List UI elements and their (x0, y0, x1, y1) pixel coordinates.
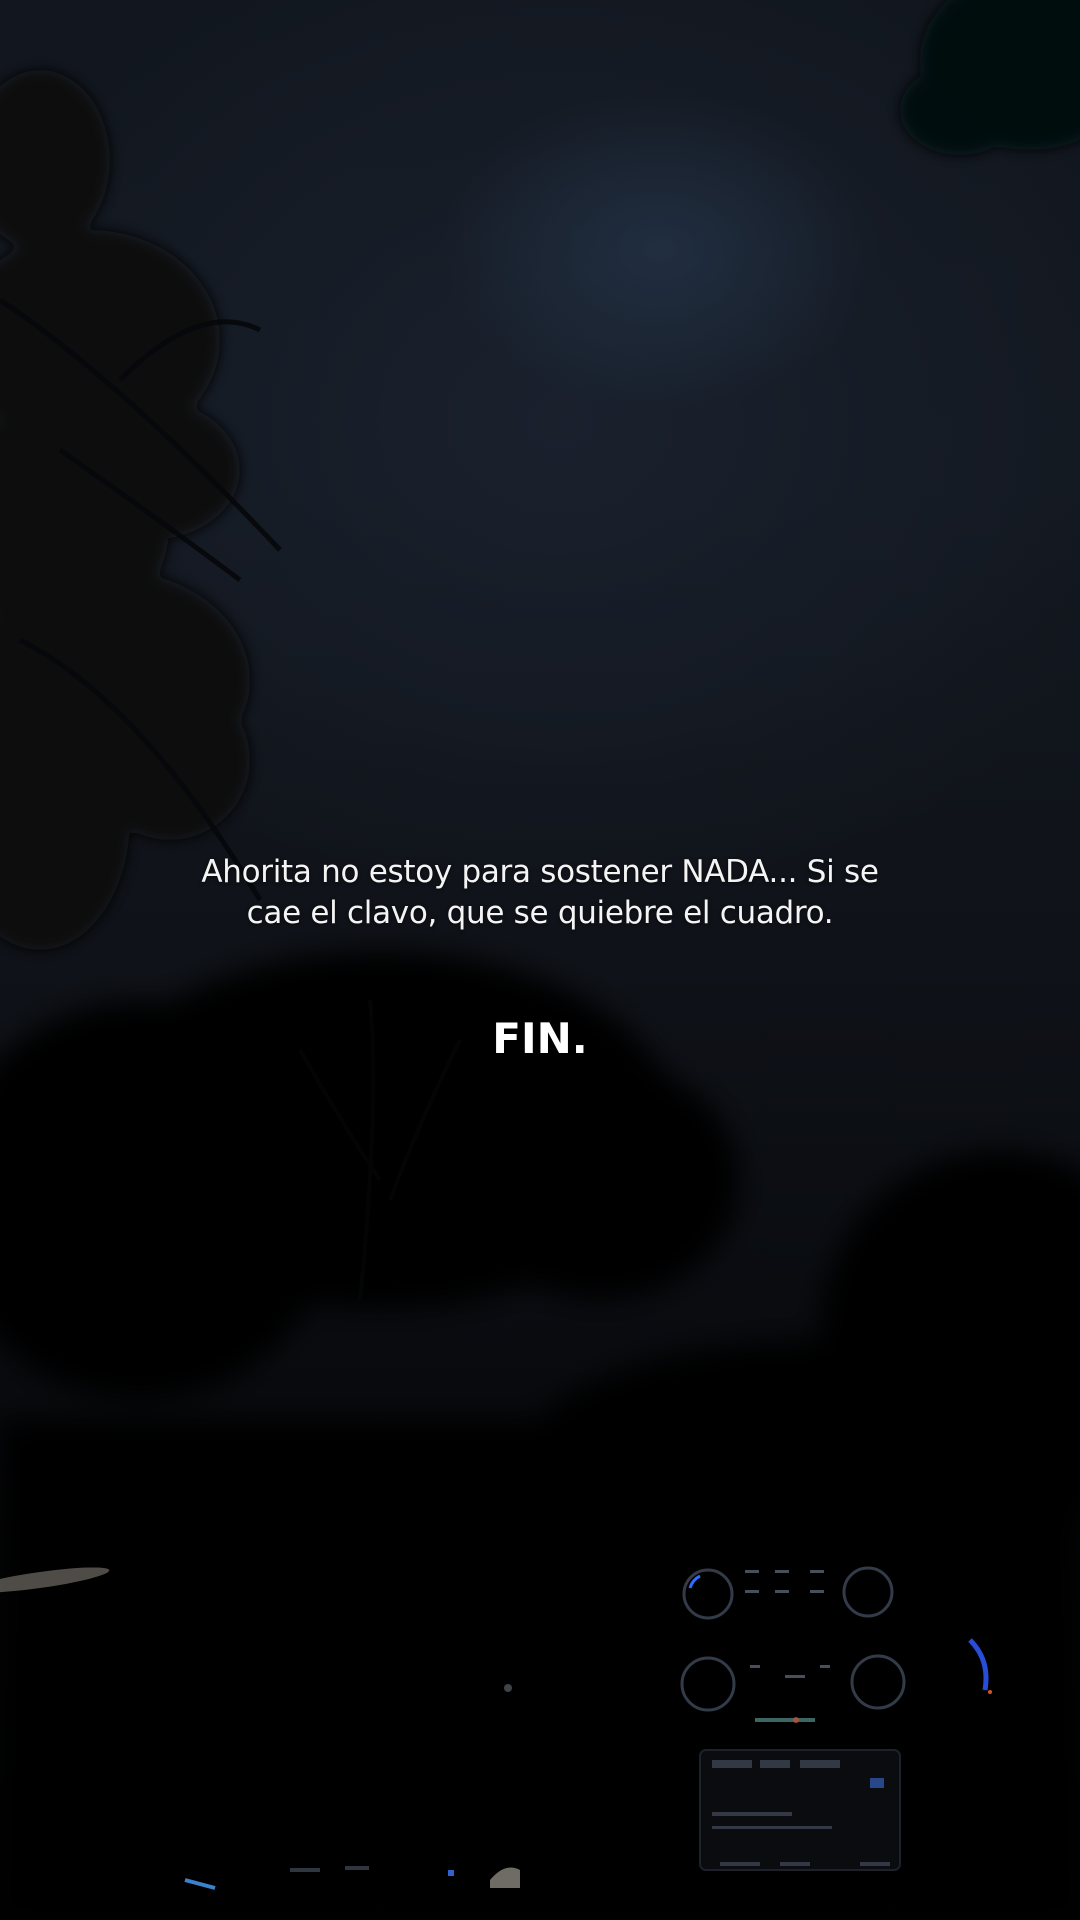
gauge-bottom-right (850, 1654, 906, 1710)
gauge-top-left (682, 1568, 734, 1620)
gauge-top-right (842, 1566, 894, 1618)
story-caption: Ahorita no estoy para sostener NADA... S… (201, 854, 879, 931)
ending-label: FIN. (492, 1014, 588, 1063)
gauge-bottom-left (680, 1656, 736, 1712)
night-scene: Ahorita no estoy para sostener NADA... S… (0, 0, 1080, 1920)
car-dashboard (0, 1566, 992, 1890)
